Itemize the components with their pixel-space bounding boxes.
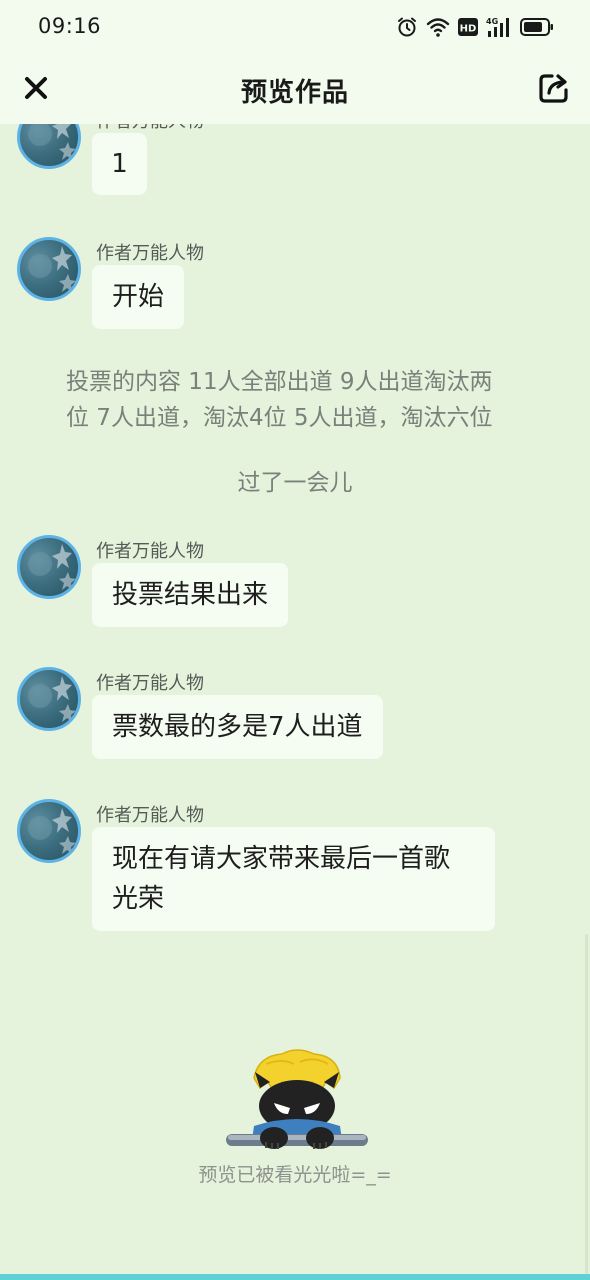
message-line: 现在有请大家带来最后一首歌 [112,844,451,874]
message-item: 作者万能人物 票数最的多是7人出道 [0,667,590,759]
author-name: 作者万能人物 [96,673,204,694]
message-bubble: 现在有请大家带来最后一首歌 光荣 [92,827,495,931]
message-item: 作者万能人物 现在有请大家带来最后一首歌 光荣 [0,799,590,939]
narration-text: 过了一会儿 [237,470,353,496]
chat-area[interactable]: 作者万能人物 1 作者万能人物 开始 投票的内容 11人全部出道 9人出道淘汰两… [0,124,590,1276]
page-title: 预览作品 [240,78,349,108]
svg-text:HD: HD [460,24,477,35]
message-item: 作者万能人物 开始 [0,237,590,329]
narration-text: 投票的内容 11人全部出道 9人出道淘汰两 位 7人出道，淘汰4位 5人出道，淘… [66,364,536,436]
share-button[interactable] [534,68,574,108]
end-of-preview-text: 预览已被看光光啦=_= [198,1164,392,1186]
avatar[interactable] [17,124,81,169]
author-name: 作者万能人物 [96,124,204,133]
signal-4g-icon: 4G [486,16,512,38]
wifi-icon [426,16,450,38]
battery-icon [520,17,554,37]
avatar[interactable] [17,667,81,731]
message-bubble: 开始 [92,265,185,329]
mascot-character-icon [222,1048,372,1158]
avatar[interactable] [17,237,81,301]
header-bar: 预览作品 [0,54,590,124]
share-icon [539,74,568,103]
message-bubble: 票数最的多是7人出道 [92,695,383,759]
svg-text:4G: 4G [486,17,498,26]
bottom-accent-bar [0,1274,590,1280]
status-icons: HD 4G [396,14,554,40]
message-item: 作者万能人物 1 [0,124,590,197]
author-name: 作者万能人物 [96,243,204,264]
status-time: 09:16 [38,14,102,38]
scrollbar[interactable] [585,934,588,1274]
author-name: 作者万能人物 [96,541,204,562]
message-item: 作者万能人物 投票结果出来 [0,535,590,627]
avatar[interactable] [17,799,81,863]
hd-icon: HD [458,17,478,37]
narration-line: 投票的内容 11人全部出道 9人出道淘汰两 [66,369,493,395]
message-bubble: 投票结果出来 [92,563,289,627]
message-bubble: 1 [92,133,147,195]
narration-line: 位 7人出道，淘汰4位 5人出道，淘汰六位 [66,405,493,431]
avatar[interactable] [17,535,81,599]
author-name: 作者万能人物 [96,805,204,826]
status-bar: 09:16 HD 4G [0,0,590,54]
alarm-icon [396,16,418,38]
message-line: 光荣 [112,884,165,914]
